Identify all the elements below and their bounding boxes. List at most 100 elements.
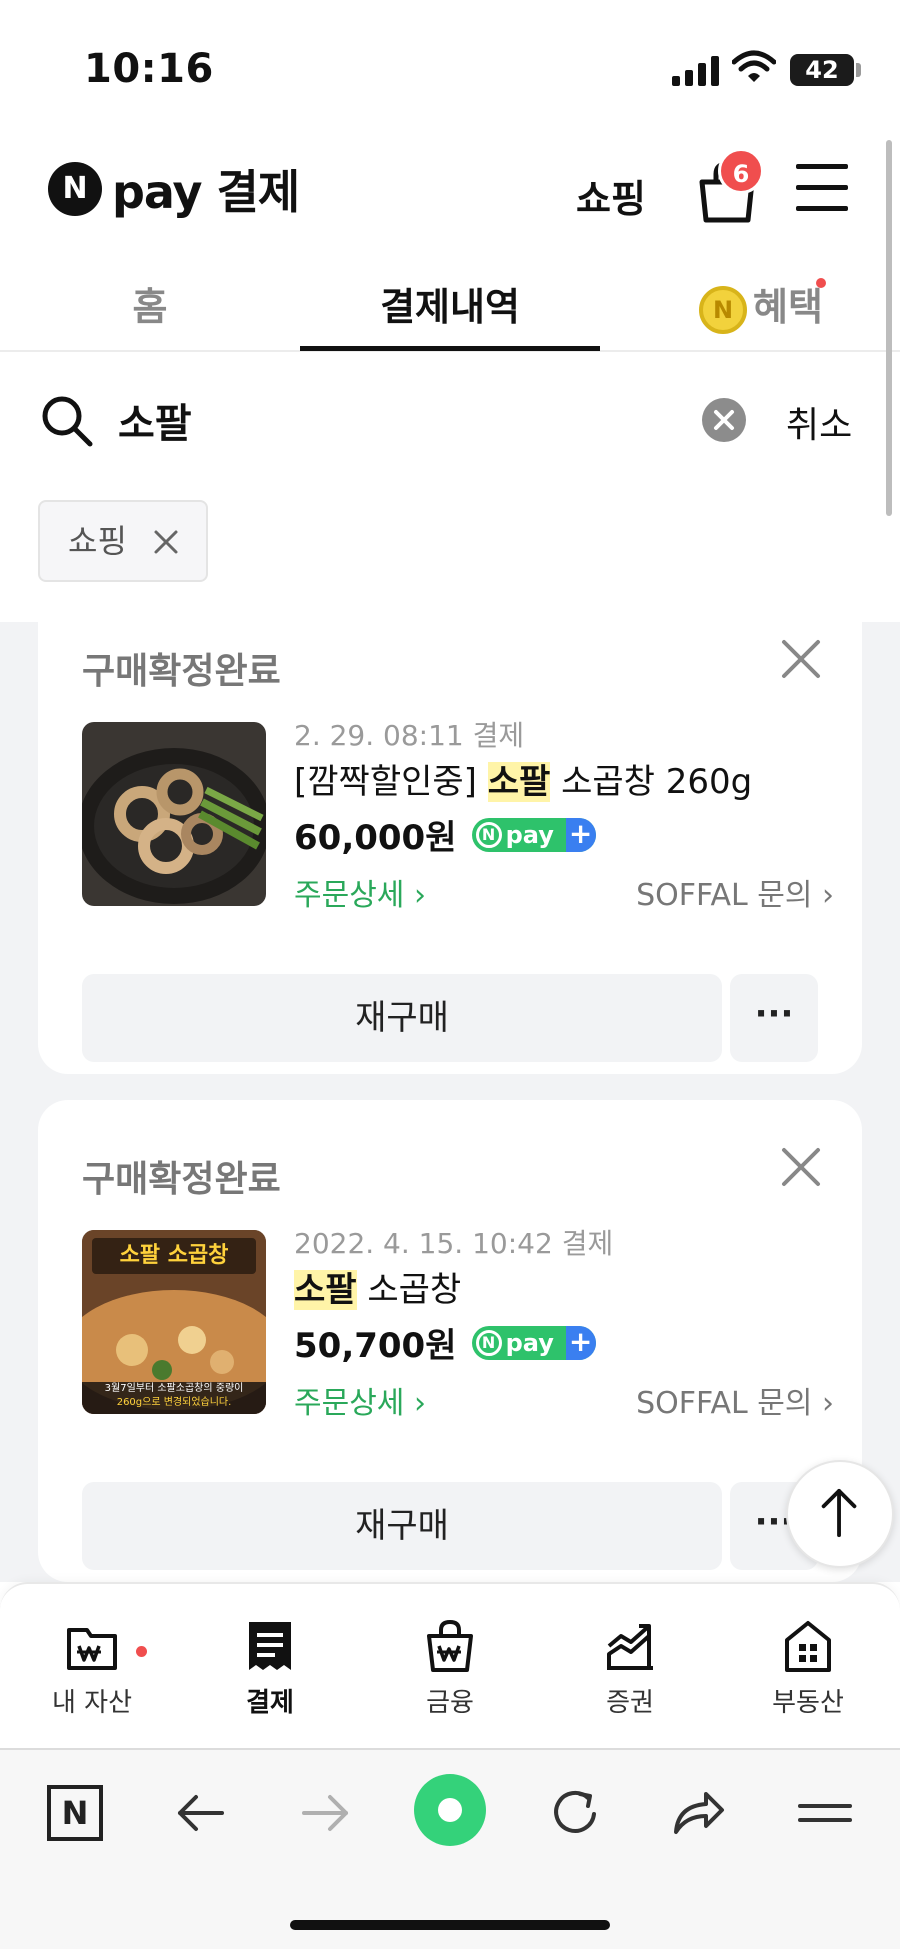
order-links: 주문상세 › SOFFAL 문의 › — [294, 1372, 834, 1422]
thumb-caption-2: 260g으로 변경되었습니다. — [116, 1397, 232, 1408]
nav-label: 내 자산 — [51, 1688, 133, 1718]
order-meta: 2. 29. 08:11 결제 [깜짝할인중] 소팔 소곱창 260g 60,0… — [294, 716, 834, 914]
nav-label: 부동산 — [772, 1688, 844, 1718]
close-icon[interactable] — [780, 1146, 822, 1188]
order-detail-link[interactable]: 주문상세 › — [294, 870, 426, 914]
battery-level: 42 — [790, 54, 854, 86]
receipt-icon — [249, 1622, 291, 1670]
product-name[interactable]: [깜짝할인중] 소팔 소곱창 260g — [294, 756, 834, 808]
seller-inquiry-label: SOFFAL 문의 — [636, 878, 813, 913]
search-highlight: 소팔 — [487, 762, 551, 802]
order-card: 구매확정완료 2. 29. 08:11 결제 [깜짝할인중] 소팔 소곱창 26… — [38, 622, 862, 1074]
order-date: 2022. 4. 15. 10:42 결제 — [294, 1227, 614, 1260]
order-meta: 2022. 4. 15. 10:42 결제 소팔 소곱창 50,700원 Npa… — [294, 1224, 834, 1422]
product-thumbnail[interactable]: 소팔 소곱창 3월7일부터 소팔소곱창의 중량이 260g으로 변경되었습니다. — [82, 1230, 266, 1414]
product-thumbnail[interactable] — [82, 722, 266, 906]
naver-home-icon: N — [47, 1785, 103, 1841]
clear-search-button[interactable] — [702, 398, 746, 442]
npay-n-icon: N — [475, 821, 502, 848]
npay-logo-mark[interactable]: N — [48, 162, 102, 216]
seller-inquiry-link[interactable]: SOFFAL 문의 › — [636, 1378, 834, 1422]
wifi-icon — [732, 50, 776, 82]
chip-remove-icon[interactable] — [150, 526, 182, 558]
tab-benefits-label: 혜택 — [753, 285, 823, 329]
rebuy-button[interactable]: 재구매 — [82, 974, 722, 1062]
wallet-folder-icon — [67, 1628, 117, 1670]
bottom-navigation: 내 자산 결제 금융 증권 부동산 — [0, 1582, 900, 1748]
nav-securities[interactable]: 증권 — [560, 1618, 700, 1719]
nav-label: 증권 — [606, 1688, 654, 1718]
filter-chip-label: 쇼핑 — [68, 522, 127, 560]
order-detail-label: 주문상세 — [294, 1386, 405, 1421]
search-input[interactable] — [118, 392, 678, 448]
search-highlight: 소팔 — [294, 1270, 357, 1310]
house-icon — [785, 1621, 831, 1672]
home-indicator — [290, 1920, 610, 1930]
back-arrow-icon[interactable] — [166, 1778, 236, 1848]
close-icon[interactable] — [780, 638, 822, 680]
naver-green-dot-button[interactable] — [414, 1774, 486, 1846]
nav-label: 금융 — [426, 1688, 474, 1718]
nav-finance[interactable]: 금융 — [380, 1618, 520, 1719]
npay-logo-text[interactable]: pay 결제 — [112, 156, 300, 222]
grilled-tripe-image — [82, 722, 266, 906]
more-options-button[interactable]: ··· — [730, 974, 818, 1062]
nav-my-assets[interactable]: 내 자산 — [22, 1618, 162, 1719]
search-area: 취소 쇼핑 — [0, 352, 900, 622]
cancel-search-button[interactable]: 취소 — [786, 396, 852, 448]
status-time: 10:16 — [84, 46, 214, 92]
page-scrollbar[interactable] — [886, 140, 892, 516]
arrow-up-icon — [821, 1488, 857, 1538]
active-tab-indicator — [300, 346, 600, 351]
nav-payment[interactable]: 결제 — [200, 1618, 340, 1719]
status-bar: 10:16 42 — [0, 0, 900, 130]
main-tabs: 홈 결제내역 N 혜택 — [0, 250, 900, 352]
order-links: 주문상세 › SOFFAL 문의 › — [294, 864, 834, 914]
nav-label: 결제 — [246, 1688, 294, 1718]
product-name-suffix: 소곱창 260g — [550, 762, 753, 802]
tab-payment-history[interactable]: 결제내역 — [300, 276, 600, 331]
tab-home[interactable]: 홈 — [100, 276, 200, 331]
seller-inquiry-label: SOFFAL 문의 — [636, 1386, 813, 1421]
order-card: 구매확정완료 소팔 소곱창 3월7일부터 소팔소곱창의 중량이 260g으로 변… — [38, 1100, 862, 1582]
product-name[interactable]: 소팔 소곱창 — [294, 1264, 834, 1316]
new-indicator-dot — [136, 1646, 147, 1657]
cart-count-badge: 6 — [718, 148, 764, 194]
product-name-suffix: 소곱창 — [356, 1270, 462, 1310]
share-icon[interactable] — [664, 1778, 734, 1848]
npay-badge-text: pay — [505, 820, 554, 849]
seller-inquiry-link[interactable]: SOFFAL 문의 › — [636, 870, 834, 914]
filter-chip-shopping[interactable]: 쇼핑 — [38, 500, 208, 582]
benefits-new-dot — [816, 278, 826, 288]
hamburger-menu-icon[interactable] — [796, 164, 848, 214]
forward-arrow-icon[interactable] — [290, 1778, 360, 1848]
order-detail-label: 주문상세 — [294, 878, 405, 913]
thumb-caption-1: 3월7일부터 소팔소곱창의 중량이 — [104, 1383, 244, 1394]
npay-payment-history-screen: 10:16 42 N pay 결제 쇼핑 6 홈 결제내역 N 혜택 소팔 취소… — [0, 0, 900, 1949]
browser-home-button[interactable]: N — [40, 1778, 110, 1848]
plus-icon: + — [565, 817, 596, 852]
scroll-to-top-button[interactable] — [786, 1460, 894, 1568]
order-list: 구매확정완료 2. 29. 08:11 결제 [깜짝할인중] 소팔 소곱창 26… — [0, 622, 900, 1582]
order-status: 구매확정완료 — [82, 651, 281, 692]
menu-lines-icon[interactable] — [790, 1778, 860, 1848]
order-detail-link[interactable]: 주문상세 › — [294, 1378, 426, 1422]
order-price: 60,000원 — [294, 818, 457, 858]
npay-plus-badge: Npay + — [471, 817, 596, 852]
npay-plus-badge: Npay + — [471, 1325, 596, 1360]
nav-real-estate[interactable]: 부동산 — [738, 1618, 878, 1719]
refresh-icon[interactable] — [540, 1778, 610, 1848]
rebuy-button[interactable]: 재구매 — [82, 1482, 722, 1570]
browser-toolbar: N — [0, 1748, 900, 1949]
thumb-title: 소팔 소곱창 — [119, 1243, 229, 1268]
coin-icon: N — [699, 285, 748, 334]
green-dot-center-icon — [438, 1798, 462, 1822]
chart-icon — [607, 1624, 653, 1670]
cellular-signal-icon — [672, 56, 719, 86]
order-status: 구매확정완료 — [82, 1159, 281, 1200]
plus-icon: + — [565, 1325, 596, 1360]
npay-badge-text: pay — [505, 1328, 554, 1357]
search-icon — [42, 396, 93, 447]
shopping-link[interactable]: 쇼핑 — [576, 168, 646, 223]
battery-tip — [856, 63, 861, 77]
